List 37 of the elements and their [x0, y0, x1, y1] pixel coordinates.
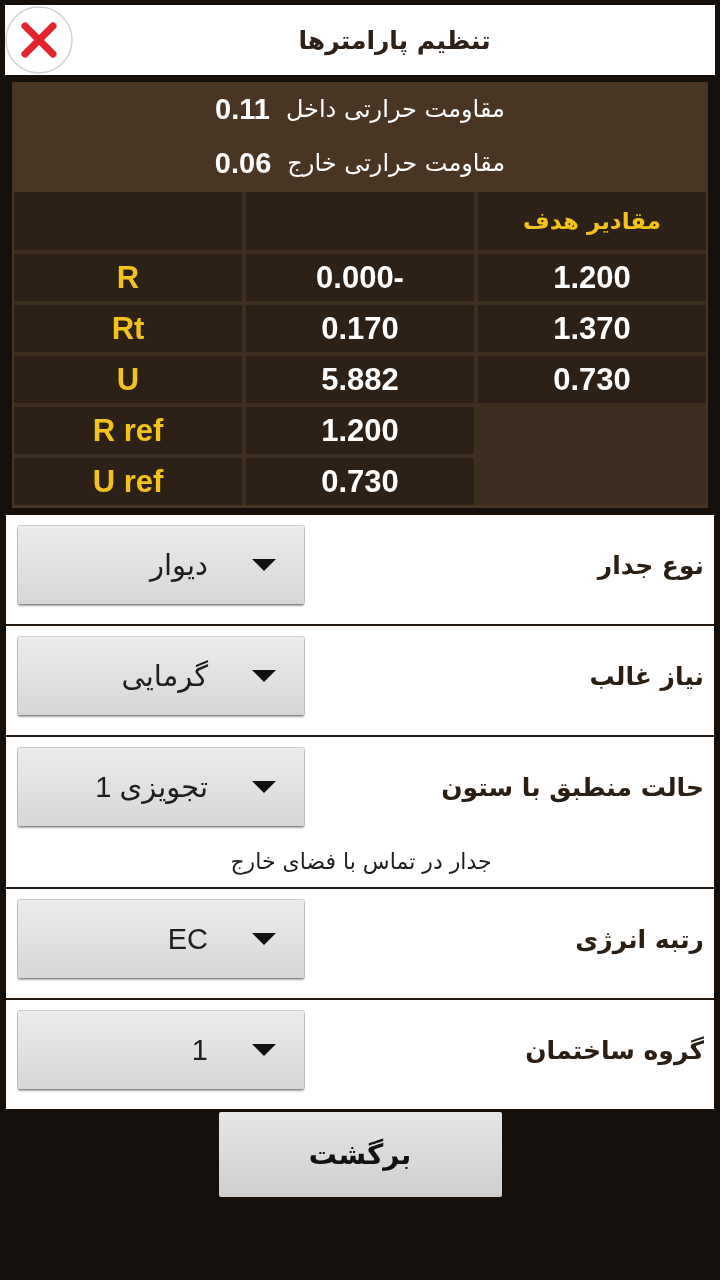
- table-row-label: Rt: [14, 305, 242, 352]
- table-cell: 0.730: [478, 356, 706, 403]
- table-cell: 0.170: [246, 305, 474, 352]
- caret-icon: [252, 670, 276, 682]
- resistance-label: مقاومت حرارتی داخل: [285, 95, 505, 123]
- back-button[interactable]: برگشت: [218, 1112, 502, 1197]
- resistance-value: 0.11: [215, 92, 270, 126]
- dropdown[interactable]: دیوار: [18, 526, 304, 604]
- caret-icon: [252, 933, 276, 945]
- dropdown[interactable]: EC: [18, 900, 304, 978]
- field-label: نوع جدار: [597, 550, 704, 580]
- close-button[interactable]: [5, 6, 73, 74]
- dropdown[interactable]: 1: [18, 1011, 304, 1089]
- field-note: جدار در تماس با فضای خارج: [229, 848, 493, 877]
- resistance-value: 0.06: [214, 146, 272, 180]
- table-row-label: U: [14, 356, 242, 403]
- field-label: حالت منطبق با ستون: [441, 772, 704, 802]
- table-cell: 0.730: [246, 458, 474, 505]
- table-cell: 1.200: [246, 407, 474, 454]
- table-cell: 5.882: [246, 356, 474, 403]
- field-label: گروه ساختمان: [525, 1035, 704, 1065]
- page-title: تنظیم پارامترها: [297, 25, 492, 55]
- field-label: رتبه انرژی: [575, 924, 704, 954]
- caret-icon: [252, 781, 276, 793]
- table-row-label: R: [14, 254, 242, 301]
- table-row-label: R ref: [14, 407, 242, 454]
- field-label: نیاز غالب: [589, 661, 704, 691]
- dropdown[interactable]: تجویزی 1: [18, 748, 304, 826]
- table-row-label: U ref: [14, 458, 242, 505]
- table-cell: 1.200: [478, 254, 706, 301]
- caret-icon: [252, 559, 276, 571]
- dropdown[interactable]: گرمایی: [18, 637, 304, 715]
- table-cell: 1.370: [478, 305, 706, 352]
- table-header-cell: مقادیر هدف: [478, 192, 706, 250]
- caret-icon: [252, 1044, 276, 1056]
- resistance-label: مقاومت حرارتی خارج: [287, 149, 506, 177]
- table-cell: 0.000-: [246, 254, 474, 301]
